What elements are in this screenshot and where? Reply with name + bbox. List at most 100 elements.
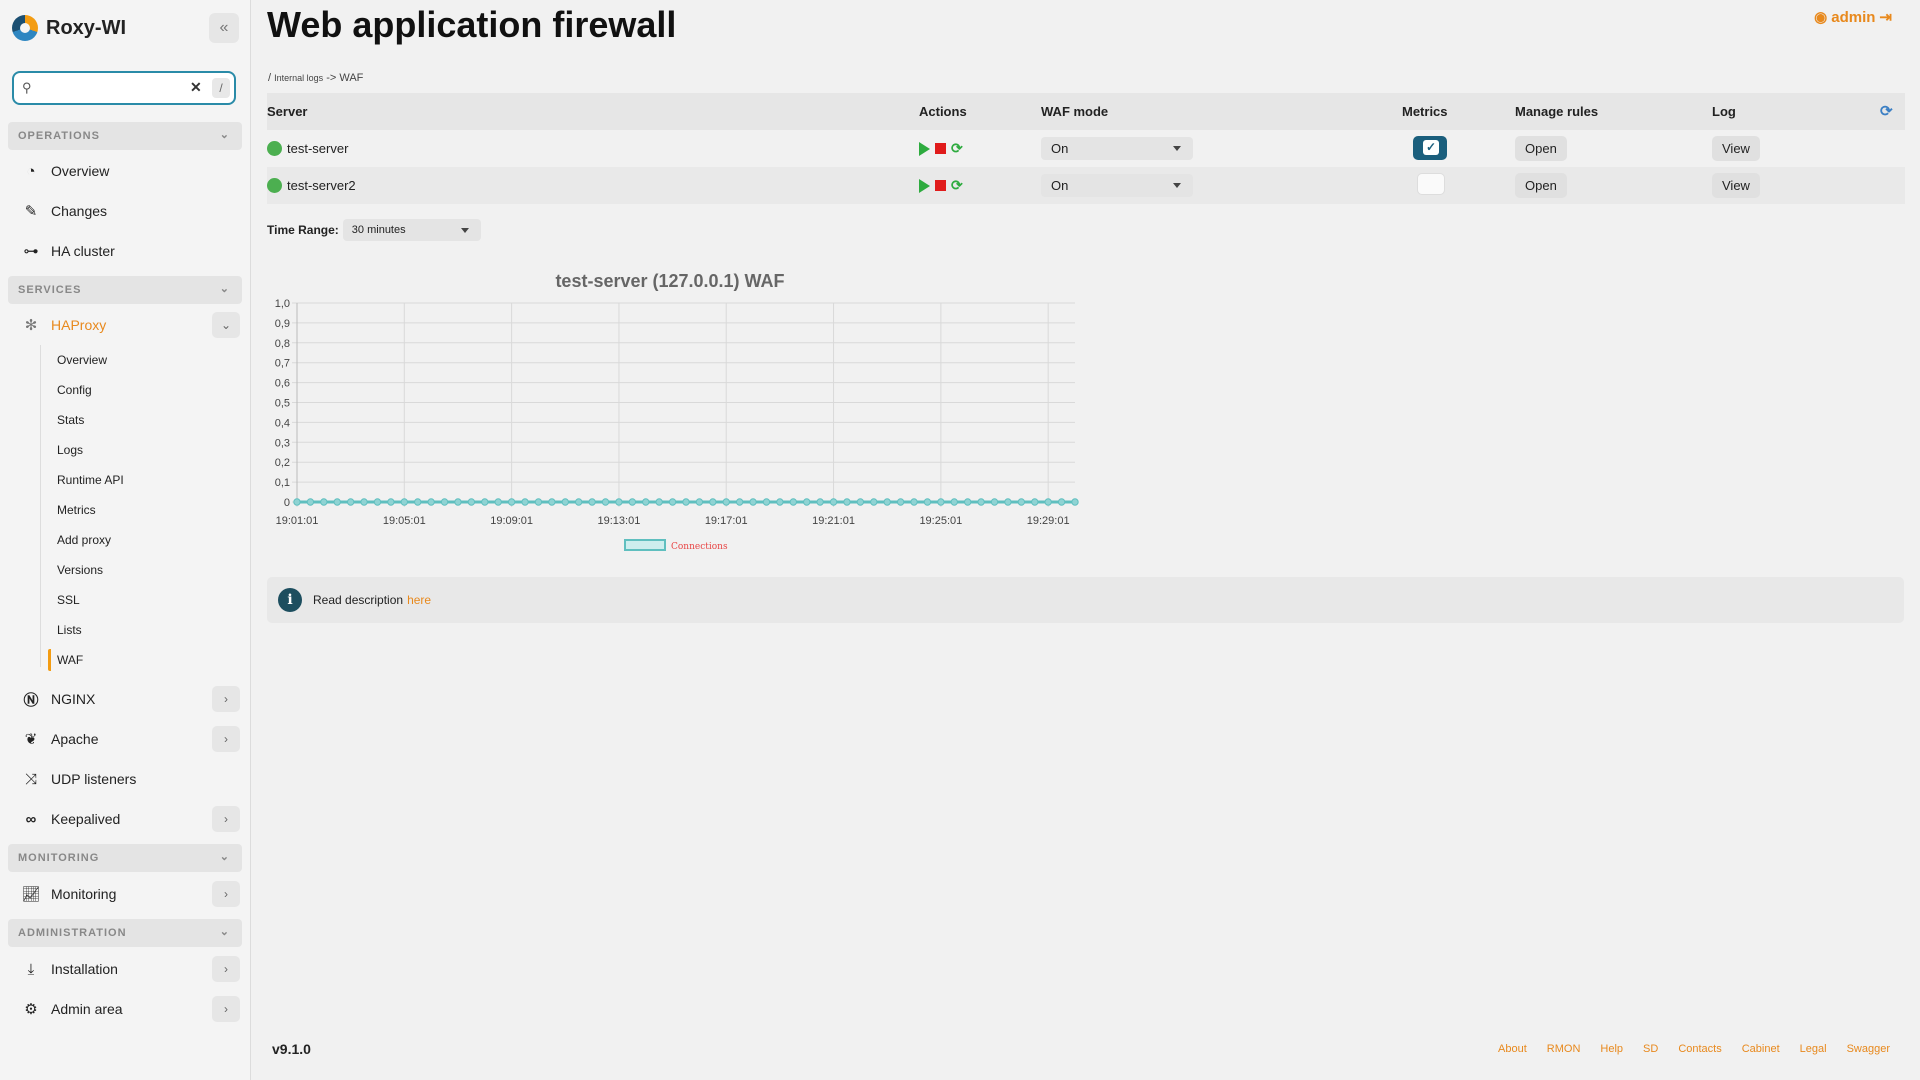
apache-feather-icon: ❦ bbox=[24, 731, 38, 748]
open-rules-button[interactable]: Open bbox=[1515, 136, 1567, 161]
breadcrumb-separator: / bbox=[268, 72, 272, 84]
sidebar-item-installation[interactable]: ⤓ Installation › bbox=[8, 952, 242, 986]
user-menu[interactable]: ◉ admin ⇥ bbox=[1814, 8, 1892, 27]
sub-item-add-proxy[interactable]: Add proxy bbox=[48, 529, 238, 551]
clear-search-icon[interactable]: ✕ bbox=[190, 79, 202, 96]
sub-item-versions[interactable]: Versions bbox=[48, 559, 238, 581]
sub-item-ssl[interactable]: SSL bbox=[48, 589, 238, 611]
metrics-checkbox[interactable] bbox=[1417, 173, 1445, 195]
caret-down-icon bbox=[1173, 183, 1181, 188]
data-point bbox=[427, 498, 435, 506]
search-input[interactable] bbox=[48, 78, 192, 100]
infinity-icon: ∞ bbox=[25, 810, 37, 828]
footer-link-sd[interactable]: SD bbox=[1643, 1043, 1658, 1055]
logout-icon[interactable]: ⇥ bbox=[1879, 8, 1892, 26]
footer-link-rmon[interactable]: RMON bbox=[1547, 1043, 1581, 1055]
x-tick-label: 19:13:01 bbox=[598, 515, 641, 527]
data-point bbox=[963, 498, 972, 506]
metrics-checkbox[interactable]: ✓ bbox=[1413, 136, 1447, 160]
legend-label[interactable]: Connections bbox=[671, 542, 728, 552]
sub-item-metrics[interactable]: Metrics bbox=[48, 499, 238, 521]
x-tick-label: 19:21:01 bbox=[812, 515, 855, 527]
description-link[interactable]: here bbox=[407, 593, 431, 607]
footer-link-contacts[interactable]: Contacts bbox=[1678, 1043, 1721, 1055]
footer-link-help[interactable]: Help bbox=[1600, 1043, 1623, 1055]
data-point bbox=[789, 498, 798, 506]
column-header-actions: Actions bbox=[919, 104, 967, 119]
data-point bbox=[534, 498, 543, 506]
submenu-guide-line bbox=[40, 345, 41, 667]
data-point bbox=[373, 498, 382, 506]
app-logo[interactable]: Roxy-WI bbox=[12, 12, 126, 44]
chevron-right-icon[interactable]: › bbox=[212, 956, 240, 982]
collapse-sidebar-button[interactable]: « bbox=[209, 13, 239, 43]
footer-link-legal[interactable]: Legal bbox=[1800, 1043, 1827, 1055]
waf-mode-value: On bbox=[1051, 178, 1069, 193]
column-header-server: Server bbox=[267, 104, 308, 119]
stop-icon[interactable] bbox=[935, 180, 946, 191]
breadcrumb-arrow: -> bbox=[326, 72, 337, 84]
footer-link-swagger[interactable]: Swagger bbox=[1847, 1043, 1890, 1055]
sidebar-item-label: Monitoring bbox=[51, 886, 117, 902]
waf-mode-select[interactable]: On bbox=[1041, 137, 1193, 160]
sidebar-item-ha-cluster[interactable]: ⊶ HA cluster bbox=[8, 234, 242, 268]
x-tick-label: 19:01:01 bbox=[276, 515, 319, 527]
data-point bbox=[387, 498, 395, 506]
data-point bbox=[655, 498, 663, 506]
stop-icon[interactable] bbox=[935, 143, 946, 154]
chart-title: test-server (127.0.0.1) WAF bbox=[555, 271, 784, 291]
sidebar-item-haproxy[interactable]: ✻ HAProxy ⌄ bbox=[8, 308, 242, 342]
time-range-select[interactable]: 30 minutes bbox=[342, 219, 481, 241]
sub-item-runtime-api[interactable]: Runtime API bbox=[48, 469, 238, 491]
sub-item-overview[interactable]: Overview bbox=[48, 349, 238, 371]
cluster-icon: ⊶ bbox=[23, 243, 39, 260]
breadcrumb-parent[interactable]: Internal logs bbox=[274, 73, 323, 83]
chevron-right-icon[interactable]: › bbox=[212, 726, 240, 752]
view-log-button[interactable]: View bbox=[1712, 173, 1760, 198]
chevron-right-icon[interactable]: › bbox=[212, 996, 240, 1022]
chevron-down-icon[interactable]: ⌄ bbox=[212, 312, 240, 338]
open-rules-button[interactable]: Open bbox=[1515, 173, 1567, 198]
sidebar-item-monitoring[interactable]: 📈︎ Monitoring › bbox=[8, 877, 242, 911]
footer-link-cabinet[interactable]: Cabinet bbox=[1742, 1043, 1780, 1055]
section-operations[interactable]: OPERATIONS ⌄ bbox=[8, 122, 242, 150]
restart-icon[interactable]: ⟳ bbox=[951, 167, 963, 204]
start-icon[interactable] bbox=[919, 178, 930, 193]
data-point bbox=[628, 498, 637, 506]
refresh-icon[interactable]: ⟳ bbox=[1880, 93, 1893, 130]
sidebar-item-apache[interactable]: ❦ Apache › bbox=[8, 722, 242, 756]
sidebar-item-label: UDP listeners bbox=[51, 771, 137, 787]
legend-swatch[interactable] bbox=[624, 539, 666, 551]
sidebar-item-nginx[interactable]: Ⓝ NGINX › bbox=[8, 682, 242, 716]
chevron-right-icon[interactable]: › bbox=[212, 806, 240, 832]
username: admin bbox=[1831, 8, 1876, 26]
sidebar-item-keepalived[interactable]: ∞ Keepalived › bbox=[8, 802, 242, 836]
data-point bbox=[494, 498, 502, 506]
view-log-button[interactable]: View bbox=[1712, 136, 1760, 161]
waf-mode-select[interactable]: On bbox=[1041, 174, 1193, 197]
x-axis-ticks: 19:01:01 19:05:01 19:09:01 19:13:01 19:17:01… bbox=[276, 515, 1070, 527]
section-services[interactable]: SERVICES ⌄ bbox=[8, 276, 242, 304]
search-box[interactable]: ⚲ ✕ / bbox=[12, 71, 236, 105]
sidebar-item-changes[interactable]: ✎ Changes bbox=[8, 194, 242, 228]
sidebar-item-overview[interactable]: ◔ Overview bbox=[8, 154, 242, 188]
start-icon[interactable] bbox=[919, 141, 930, 156]
data-point bbox=[776, 498, 784, 506]
section-monitoring[interactable]: MONITORING ⌄ bbox=[8, 844, 242, 872]
sub-item-waf[interactable]: WAF bbox=[48, 649, 238, 671]
sub-item-config[interactable]: Config bbox=[48, 379, 238, 401]
time-range-control: Time Range: 30 minutes bbox=[267, 219, 481, 241]
sidebar-item-udp-listeners[interactable]: ⤨ UDP listeners bbox=[8, 762, 242, 796]
section-administration[interactable]: ADMINISTRATION ⌄ bbox=[8, 919, 242, 947]
footer-link-about[interactable]: About bbox=[1498, 1043, 1527, 1055]
sub-item-lists[interactable]: Lists bbox=[48, 619, 238, 641]
sidebar-item-admin-area[interactable]: ⚙ Admin area › bbox=[8, 992, 242, 1026]
restart-icon[interactable]: ⟳ bbox=[951, 130, 963, 167]
sub-item-stats[interactable]: Stats bbox=[48, 409, 238, 431]
x-tick-label: 19:25:01 bbox=[919, 515, 962, 527]
sub-item-logs[interactable]: Logs bbox=[48, 439, 238, 461]
y-tick-label: 0,6 bbox=[275, 378, 290, 390]
column-header-metrics: Metrics bbox=[1402, 104, 1448, 119]
chevron-right-icon[interactable]: › bbox=[212, 686, 240, 712]
chevron-right-icon[interactable]: › bbox=[212, 881, 240, 907]
